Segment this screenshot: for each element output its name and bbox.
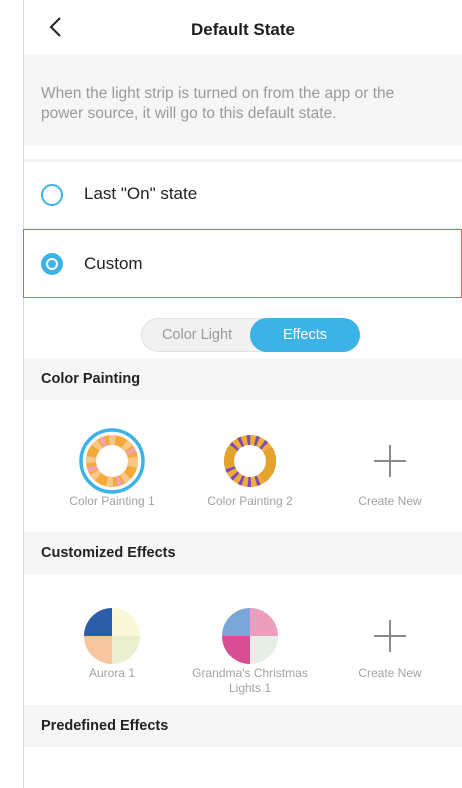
tab-color-light[interactable]: Color Light	[142, 319, 252, 351]
section-title: Predefined Effects	[41, 718, 169, 734]
description-text: When the light strip is turned on from t…	[41, 85, 395, 122]
section-title: Customized Effects	[41, 545, 176, 561]
section-header-customized-effects: Customized Effects	[24, 532, 462, 574]
option-last-on-state[interactable]: Last "On" state	[24, 162, 462, 228]
option-label: Custom	[84, 254, 143, 273]
section-title: Color Painting	[41, 371, 141, 387]
tile-label: Color Painting 1	[69, 494, 155, 508]
effect-tile-grandmas-christmas-lights-1[interactable]: Grandma's Christmas Lights 1	[190, 606, 310, 696]
tile-label: Grandma's Christmas Lights 1	[192, 666, 308, 695]
top-bar: Default State	[24, 0, 462, 54]
radio-unchecked-icon[interactable]	[41, 184, 63, 206]
tile-label: Aurora 1	[88, 666, 136, 680]
plus-icon	[374, 620, 406, 652]
christmas-lights-swatch-icon	[222, 608, 278, 664]
color-painting-ring-icon	[224, 435, 276, 487]
tab-effects[interactable]: Effects	[250, 318, 360, 352]
page-title: Default State	[191, 20, 295, 39]
effect-tile-color-painting-2[interactable]: Color Painting 2	[190, 428, 310, 509]
option-custom[interactable]: Custom	[23, 229, 462, 298]
color-painting-ring-icon	[79, 428, 145, 494]
tile-label: Create New	[358, 494, 422, 508]
aurora-swatch-icon	[84, 608, 140, 664]
section-header-predefined-effects: Predefined Effects	[24, 705, 462, 747]
description-panel: When the light strip is turned on from t…	[24, 54, 462, 146]
plus-icon	[374, 445, 406, 477]
spacer	[24, 146, 462, 159]
create-new-customized-effect[interactable]: Create New	[330, 606, 450, 681]
effect-tile-color-painting-1[interactable]: Color Painting 1	[52, 428, 172, 509]
radio-checked-icon[interactable]	[41, 253, 63, 275]
tile-label: Create New	[358, 666, 422, 680]
section-header-color-painting: Color Painting	[24, 358, 462, 400]
tile-label: Color Painting 2	[207, 494, 293, 508]
effect-tile-aurora-1[interactable]: Aurora 1	[52, 606, 172, 681]
create-new-color-painting[interactable]: Create New	[330, 428, 450, 509]
option-label: Last "On" state	[84, 184, 198, 203]
mode-toggle: Color Light Effects	[141, 318, 360, 352]
